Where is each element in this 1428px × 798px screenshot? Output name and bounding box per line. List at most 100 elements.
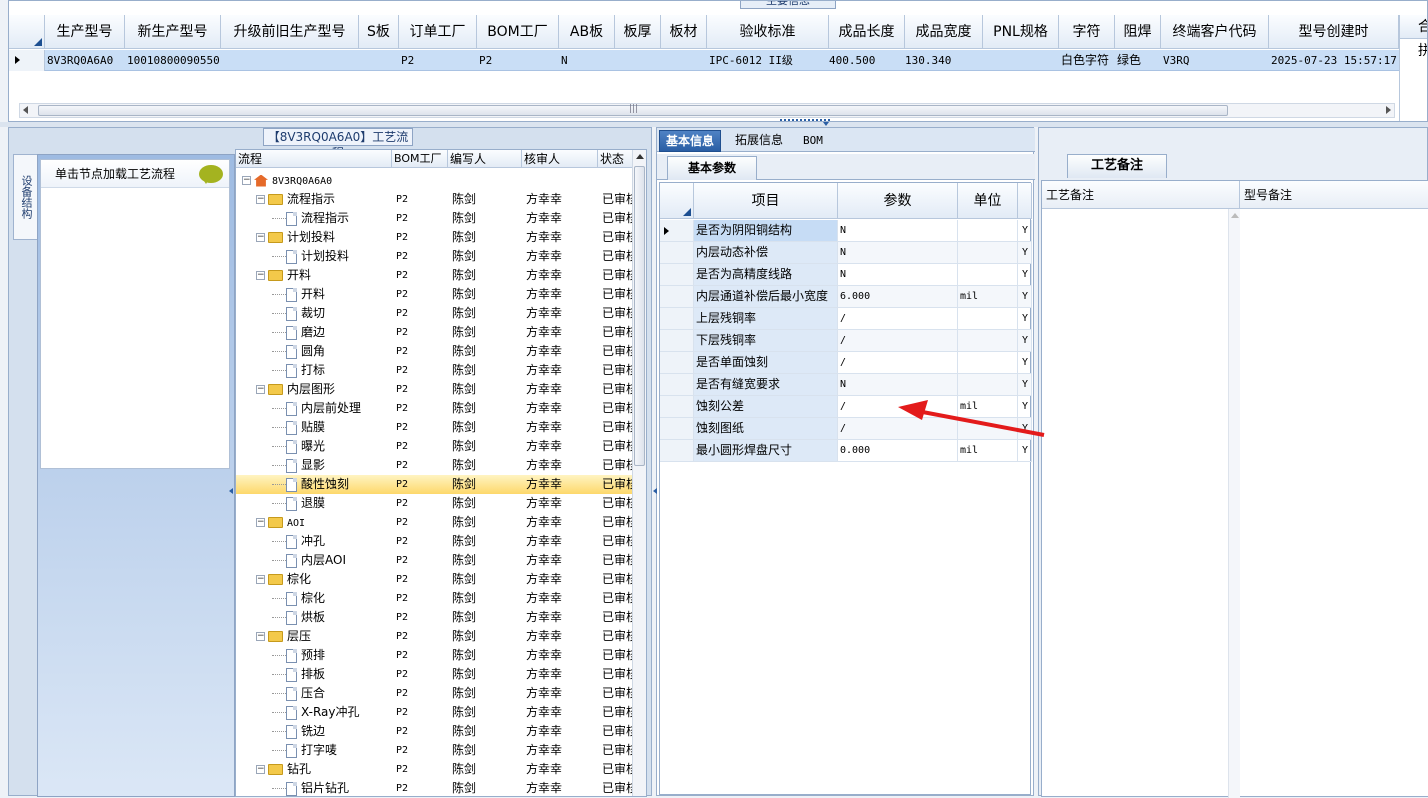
table-cell-10[interactable]: 400.500 <box>829 50 905 71</box>
param-unit[interactable] <box>958 308 1018 329</box>
column-header-16[interactable]: 型号创建时 <box>1269 15 1399 49</box>
param-item[interactable]: 最小圆形焊盘尺寸 <box>694 440 838 461</box>
splitter-arrow-icon[interactable] <box>823 122 829 126</box>
param-row[interactable]: 是否为高精度线路 N Y <box>660 264 1032 286</box>
tree-row[interactable]: 烘板 P2 陈剑 方幸幸 已审核 <box>236 608 632 627</box>
tab-process-notes[interactable]: 工艺备注 <box>1067 154 1167 178</box>
tree-row[interactable]: 磨边 P2 陈剑 方幸幸 已审核 <box>236 323 632 342</box>
notes-scrollbar[interactable] <box>1228 209 1240 798</box>
tree-row[interactable]: 曝光 P2 陈剑 方幸幸 已审核 <box>236 437 632 456</box>
table-cell-7[interactable] <box>615 50 661 71</box>
table-cell-11[interactable]: 130.340 <box>905 50 983 71</box>
tree-column-header-3[interactable]: 核审人 <box>522 150 598 168</box>
param-unit[interactable] <box>958 242 1018 263</box>
param-item[interactable]: 内层动态补偿 <box>694 242 838 263</box>
collapse-icon[interactable]: − <box>256 765 265 774</box>
collapse-icon[interactable]: − <box>256 271 265 280</box>
param-flag[interactable]: Y <box>1018 396 1032 417</box>
scroll-right-icon[interactable] <box>1386 106 1391 114</box>
collapse-left-icon[interactable] <box>229 488 233 494</box>
param-flag[interactable]: Y <box>1018 374 1032 395</box>
equipment-structure-tab[interactable]: 设备结构 <box>13 154 37 240</box>
scroll-thumb[interactable]: ||| <box>38 104 1228 116</box>
param-flag[interactable]: Y <box>1018 242 1032 263</box>
column-header-15[interactable]: 终端客户代码 <box>1161 15 1269 49</box>
table-cell-3[interactable] <box>359 50 399 71</box>
param-item[interactable]: 上层残铜率 <box>694 308 838 329</box>
column-header-1[interactable]: 新生产型号 <box>125 15 221 49</box>
param-value[interactable]: / <box>838 418 958 439</box>
tab-basic-params[interactable]: 基本参数 <box>667 156 757 180</box>
column-header-9[interactable]: 验收标准 <box>707 15 829 49</box>
column-header-0[interactable]: 生产型号 <box>45 15 125 49</box>
table-cell-15[interactable]: V3RQ <box>1161 50 1269 71</box>
tree-row[interactable]: 内层前处理 P2 陈剑 方幸幸 已审核 <box>236 399 632 418</box>
tree-column-header-1[interactable]: BOM工厂 <box>392 150 448 168</box>
column-header-8[interactable]: 板材 <box>661 15 707 49</box>
param-row[interactable]: 最小圆形焊盘尺寸 0.000 mil Y <box>660 440 1032 462</box>
table-cell-13[interactable]: 白色字符 <box>1059 50 1115 71</box>
param-value[interactable]: N <box>838 220 958 241</box>
tree-row[interactable]: 内层AOI P2 陈剑 方幸幸 已审核 <box>236 551 632 570</box>
column-header-4[interactable]: 订单工厂 <box>399 15 477 49</box>
tree-column-header-2[interactable]: 编写人 <box>448 150 522 168</box>
param-value[interactable]: 0.000 <box>838 440 958 461</box>
column-header-item[interactable]: 项目 <box>694 183 838 219</box>
param-item[interactable]: 是否为阴阳铜结构 <box>694 220 838 241</box>
param-flag[interactable]: Y <box>1018 308 1032 329</box>
column-header-param[interactable]: 参数 <box>838 183 958 219</box>
tree-row[interactable]: 冲孔 P2 陈剑 方幸幸 已审核 <box>236 532 632 551</box>
table-cell-4[interactable]: P2 <box>399 50 477 71</box>
tree-row[interactable]: 棕化 P2 陈剑 方幸幸 已审核 <box>236 589 632 608</box>
table-cell-2[interactable] <box>221 50 359 71</box>
tree-row[interactable]: 压合 P2 陈剑 方幸幸 已审核 <box>236 684 632 703</box>
param-value[interactable]: / <box>838 396 958 417</box>
param-item[interactable]: 内层通道补偿后最小宽度 <box>694 286 838 307</box>
tree-row[interactable]: 打字唛 P2 陈剑 方幸幸 已审核 <box>236 741 632 760</box>
collapse-icon[interactable]: − <box>256 518 265 527</box>
table-cell-0[interactable]: 8V3RQ0A6A0 <box>45 50 125 71</box>
tree-row[interactable]: 流程指示 P2 陈剑 方幸幸 已审核 <box>236 209 632 228</box>
tree-row[interactable]: − 计划投料 P2 陈剑 方幸幸 已审核 <box>236 228 632 247</box>
collapse-icon[interactable]: − <box>242 176 251 185</box>
tree-row[interactable]: − 8V3RQ0A6A0 <box>236 171 632 190</box>
tree-vertical-scrollbar[interactable] <box>632 150 646 796</box>
param-row[interactable]: 蚀刻公差 / mil Y <box>660 396 1032 418</box>
column-header-10[interactable]: 成品长度 <box>829 15 905 49</box>
tree-column-header-0[interactable]: 流程 <box>236 150 392 168</box>
param-row[interactable]: 是否为阴阳铜结构 N Y <box>660 220 1032 242</box>
param-row[interactable]: 内层通道补偿后最小宽度 6.000 mil Y <box>660 286 1032 308</box>
param-value[interactable]: / <box>838 308 958 329</box>
horizontal-scrollbar[interactable]: ||| <box>19 103 1395 118</box>
column-header-13[interactable]: 字符 <box>1059 15 1115 49</box>
tree-row[interactable]: 显影 P2 陈剑 方幸幸 已审核 <box>236 456 632 475</box>
collapse-icon[interactable]: − <box>256 233 265 242</box>
scroll-up-icon[interactable] <box>1231 213 1239 218</box>
tree-row[interactable]: 酸性蚀刻 P2 陈剑 方幸幸 已审核 <box>236 475 632 494</box>
tree-row[interactable]: − 内层图形 P2 陈剑 方幸幸 已审核 <box>236 380 632 399</box>
column-header-14[interactable]: 阻焊 <box>1115 15 1161 49</box>
param-value[interactable]: 6.000 <box>838 286 958 307</box>
table-cell-14[interactable]: 绿色 <box>1115 50 1161 71</box>
param-flag[interactable]: Y <box>1018 286 1032 307</box>
grid-corner[interactable] <box>9 15 45 49</box>
tree-row[interactable]: 铝片钻孔 P2 陈剑 方幸幸 已审核 <box>236 779 632 796</box>
collapse-icon[interactable]: − <box>256 632 265 641</box>
param-value[interactable]: / <box>838 330 958 351</box>
collapse-mid-icon[interactable] <box>653 488 657 494</box>
param-value[interactable]: N <box>838 374 958 395</box>
column-header-process-note[interactable]: 工艺备注 <box>1042 181 1240 209</box>
tree-row[interactable]: 排板 P2 陈剑 方幸幸 已审核 <box>236 665 632 684</box>
tree-scroll-thumb[interactable] <box>634 166 645 466</box>
param-unit[interactable] <box>958 330 1018 351</box>
tree-row[interactable]: X-Ray冲孔 P2 陈剑 方幸幸 已审核 <box>236 703 632 722</box>
param-item[interactable]: 蚀刻图纸 <box>694 418 838 439</box>
param-unit[interactable] <box>958 352 1018 373</box>
column-header-11[interactable]: 成品宽度 <box>905 15 983 49</box>
param-row[interactable]: 是否有缝宽要求 N Y <box>660 374 1032 396</box>
tree-row[interactable]: 开料 P2 陈剑 方幸幸 已审核 <box>236 285 632 304</box>
table-cell-16[interactable]: 2025-07-23 15:57:17 <box>1269 50 1399 71</box>
column-header-6[interactable]: AB板 <box>559 15 615 49</box>
tree-row[interactable]: 铣边 P2 陈剑 方幸幸 已审核 <box>236 722 632 741</box>
param-value[interactable]: N <box>838 264 958 285</box>
